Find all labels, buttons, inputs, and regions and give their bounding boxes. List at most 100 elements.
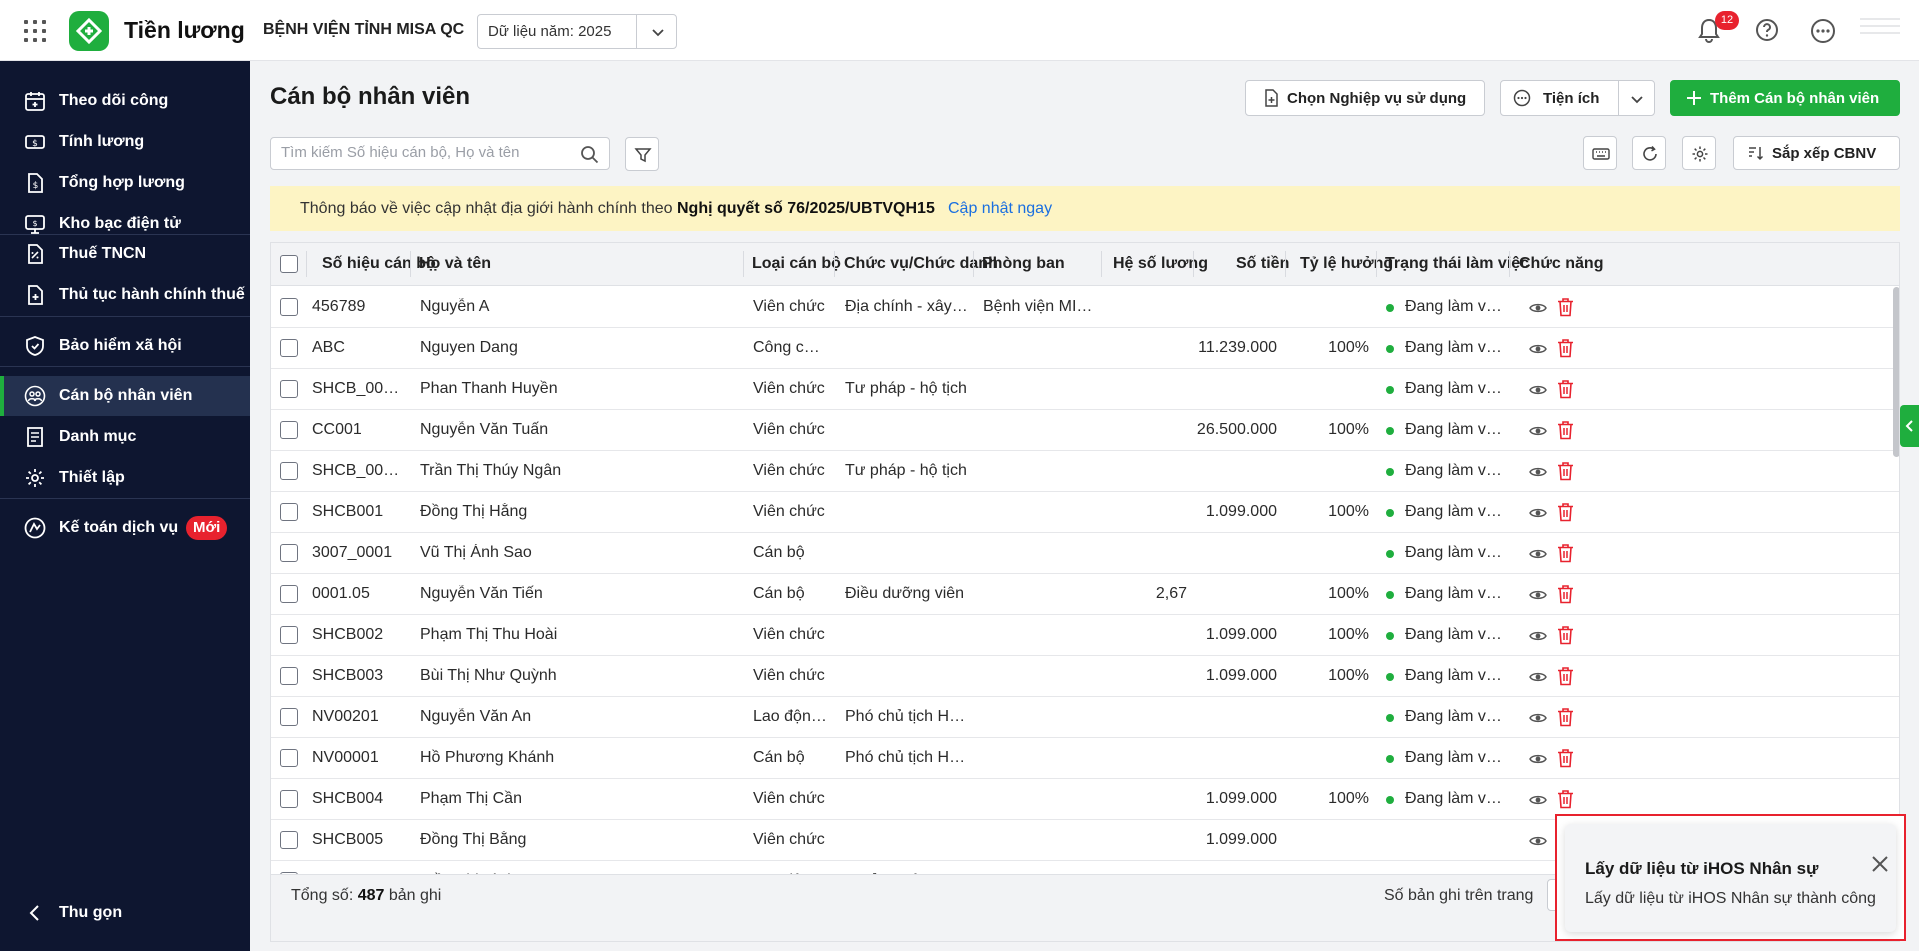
table-row[interactable]: 0001.05 Nguyễn Văn Tiến Cán bộ Điều dưỡng v… xyxy=(271,574,1899,615)
cell-position: Phó chủ tịch Hội đ... xyxy=(845,708,969,725)
row-checkbox[interactable] xyxy=(280,298,298,316)
table-row[interactable]: ABC Nguyen Dang Công chức 11.239.000 100% Đan… xyxy=(271,328,1899,369)
trash-icon[interactable] xyxy=(1557,502,1574,522)
eye-icon[interactable] xyxy=(1529,668,1547,686)
table-row[interactable]: SHCB_000001 Trần Thị Thúy Ngân Viên chức Tư… xyxy=(271,451,1899,492)
sidebar-item-social-insurance[interactable]: Bảo hiểm xã hội xyxy=(0,326,250,366)
eye-icon[interactable] xyxy=(1529,299,1547,317)
keyboard-shortcut-button[interactable] xyxy=(1583,136,1617,170)
eye-icon[interactable] xyxy=(1529,791,1547,809)
column-header-amount[interactable]: Số tiền xyxy=(1236,255,1289,273)
table-row[interactable]: NV00001 Hồ Phương Khánh Cán bộ Phó chủ tịch… xyxy=(271,738,1899,779)
column-header-type[interactable]: Loại cán bộ xyxy=(752,255,841,273)
user-menu[interactable] xyxy=(1860,18,1900,44)
trash-icon[interactable] xyxy=(1557,707,1574,727)
column-header-ratio[interactable]: Tỷ lệ hưởng xyxy=(1300,255,1393,273)
search-input[interactable] xyxy=(281,144,561,161)
svg-text:$: $ xyxy=(33,181,39,191)
filter-button[interactable] xyxy=(625,137,659,171)
table-row[interactable]: SHCB003 Bùi Thị Như Quỳnh Viên chức 1.099.0… xyxy=(271,656,1899,697)
select-all-checkbox[interactable] xyxy=(280,255,298,273)
trash-icon[interactable] xyxy=(1557,338,1574,358)
trash-icon[interactable] xyxy=(1557,379,1574,399)
row-checkbox[interactable] xyxy=(280,790,298,808)
sidebar-item-service-accounting[interactable]: Kế toán dịch vụ Mới xyxy=(0,508,250,548)
utility-button[interactable]: Tiện ích xyxy=(1500,80,1655,116)
column-header-status[interactable]: Trạng thái làm việc xyxy=(1385,255,1529,273)
update-now-link[interactable]: Cập nhật ngay xyxy=(948,200,1052,218)
list-document-icon xyxy=(27,427,43,447)
cell-type: Viên chức xyxy=(753,298,825,315)
eye-icon[interactable] xyxy=(1529,627,1547,645)
sidebar-item-settings[interactable]: Thiết lập xyxy=(0,458,250,498)
sidebar-item-payroll-summary[interactable]: $ Tổng hợp lương xyxy=(0,163,250,203)
refresh-button[interactable] xyxy=(1632,136,1666,170)
table-scrollbar[interactable] xyxy=(1893,287,1899,457)
sidebar-item-personal-income-tax[interactable]: Thuế TNCN xyxy=(0,234,250,274)
sidebar-collapse-label: Thu gọn xyxy=(59,904,123,921)
row-checkbox[interactable] xyxy=(280,380,298,398)
eye-icon[interactable] xyxy=(1529,504,1547,522)
table-row[interactable]: SHCB002 Phạm Thị Thu Hoài Viên chức 1.099.0… xyxy=(271,615,1899,656)
table-row[interactable]: CC001 Nguyễn Văn Tuấn Viên chức 26.500.000 1… xyxy=(271,410,1899,451)
sidebar-item-tax-procedures[interactable]: Thủ tục hành chính thuế xyxy=(0,275,250,315)
column-header-department[interactable]: Phòng ban xyxy=(982,255,1065,273)
table-row[interactable]: SHCB_000002 Phan Thanh Huyền Viên chức Tư p… xyxy=(271,369,1899,410)
sidebar-item-attendance[interactable]: Theo dõi công xyxy=(0,81,250,121)
trash-icon[interactable] xyxy=(1557,625,1574,645)
column-header-name[interactable]: Họ và tên xyxy=(419,255,491,273)
row-checkbox[interactable] xyxy=(280,421,298,439)
sidebar-collapse-button[interactable]: Thu gọn xyxy=(0,893,250,933)
sidebar-item-staff[interactable]: Cán bộ nhân viên xyxy=(0,376,250,416)
table-row[interactable]: NV00201 Nguyễn Văn An Lao động ... Phó chủ … xyxy=(271,697,1899,738)
sort-staff-button[interactable]: Sắp xếp CBNV xyxy=(1733,136,1900,170)
choose-business-button[interactable]: Chọn Nghiệp vụ sử dụng xyxy=(1245,80,1485,116)
side-panel-toggle[interactable] xyxy=(1900,405,1919,447)
trash-icon[interactable] xyxy=(1557,297,1574,317)
table-row[interactable]: 456789 Nguyễn A Viên chức Địa chính - xây d… xyxy=(271,287,1899,328)
eye-icon[interactable] xyxy=(1529,750,1547,768)
row-checkbox[interactable] xyxy=(280,462,298,480)
settings-button[interactable] xyxy=(1682,136,1716,170)
table-row[interactable]: SHCB001 Đồng Thị Hằng Viên chức 1.099.000 10… xyxy=(271,492,1899,533)
close-icon[interactable] xyxy=(1870,854,1890,874)
eye-icon[interactable] xyxy=(1529,545,1547,563)
sidebar-item-categories[interactable]: Danh mục xyxy=(0,417,250,457)
trash-icon[interactable] xyxy=(1557,666,1574,686)
row-checkbox[interactable] xyxy=(280,708,298,726)
eye-icon[interactable] xyxy=(1529,586,1547,604)
row-checkbox[interactable] xyxy=(280,667,298,685)
cell-status: Đang làm việc xyxy=(1405,790,1505,807)
trash-icon[interactable] xyxy=(1557,584,1574,604)
row-checkbox[interactable] xyxy=(280,544,298,562)
year-select[interactable]: Dữ liệu năm: 2025 xyxy=(477,14,677,49)
eye-icon[interactable] xyxy=(1529,709,1547,727)
trash-icon[interactable] xyxy=(1557,748,1574,768)
help-icon[interactable] xyxy=(1755,18,1779,42)
eye-icon[interactable] xyxy=(1529,340,1547,358)
eye-icon[interactable] xyxy=(1529,832,1547,850)
column-header-position[interactable]: Chức vụ/Chức danh xyxy=(844,255,998,273)
eye-icon[interactable] xyxy=(1529,381,1547,399)
row-checkbox[interactable] xyxy=(280,831,298,849)
eye-icon[interactable] xyxy=(1529,422,1547,440)
toast-title: Lấy dữ liệu từ iHOS Nhân sự xyxy=(1585,859,1819,878)
trash-icon[interactable] xyxy=(1557,420,1574,440)
more-options-icon[interactable] xyxy=(1810,18,1836,44)
table-row[interactable]: 3007_0001 Vũ Thị Ánh Sao Cán bộ Đang làm vi… xyxy=(271,533,1899,574)
chevron-down-icon[interactable] xyxy=(1629,91,1645,107)
row-checkbox[interactable] xyxy=(280,749,298,767)
trash-icon[interactable] xyxy=(1557,461,1574,481)
trash-icon[interactable] xyxy=(1557,789,1574,809)
row-checkbox[interactable] xyxy=(280,503,298,521)
search-box[interactable] xyxy=(270,137,610,170)
search-icon[interactable] xyxy=(580,145,599,164)
row-checkbox[interactable] xyxy=(280,339,298,357)
row-checkbox[interactable] xyxy=(280,585,298,603)
apps-grid-icon[interactable] xyxy=(24,20,46,42)
row-checkbox[interactable] xyxy=(280,626,298,644)
sidebar-item-payroll[interactable]: $ Tính lương xyxy=(0,122,250,162)
trash-icon[interactable] xyxy=(1557,543,1574,563)
add-staff-button[interactable]: Thêm Cán bộ nhân viên xyxy=(1670,80,1900,116)
eye-icon[interactable] xyxy=(1529,463,1547,481)
